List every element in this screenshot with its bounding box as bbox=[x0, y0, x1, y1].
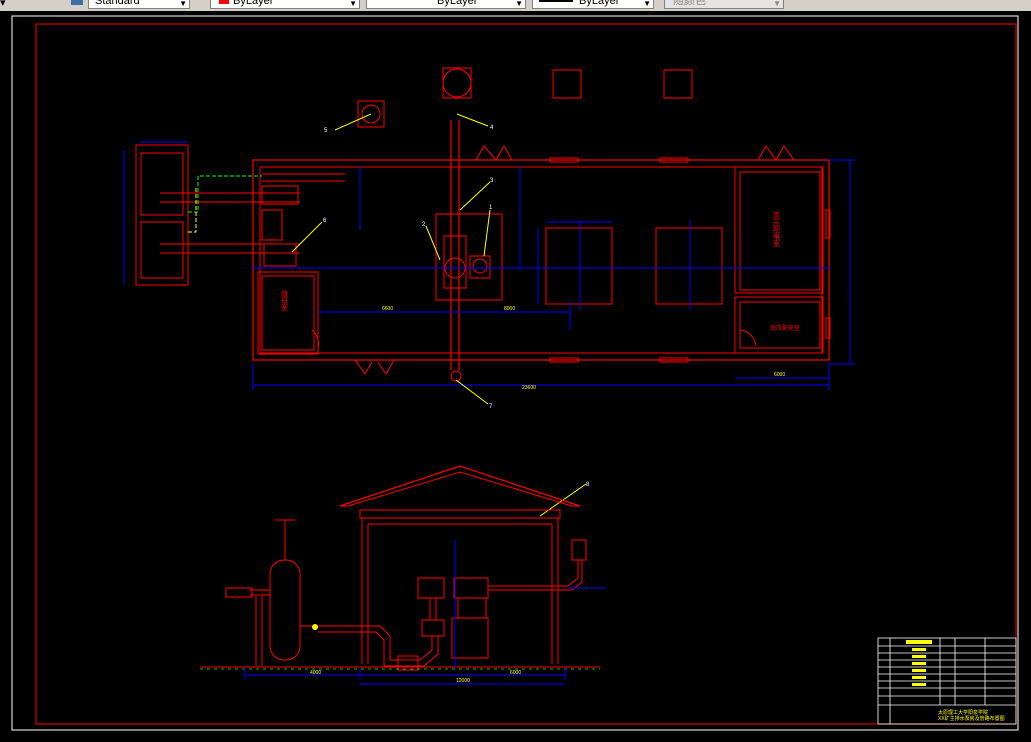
chevron-down-icon: ▼ bbox=[349, 0, 357, 8]
dim-pump: 8000 bbox=[504, 306, 515, 312]
duty-room-label: 值班室 bbox=[281, 289, 289, 311]
toolbar-arrow-left[interactable]: ▾ bbox=[0, 0, 6, 10]
section-dim-mid: 12000 bbox=[456, 678, 470, 684]
sump-top bbox=[140, 152, 184, 216]
valve-cluster-1 bbox=[261, 185, 299, 205]
callout-1: 1 bbox=[489, 205, 493, 211]
lv-room-inner bbox=[739, 301, 821, 349]
cable-run bbox=[262, 166, 345, 182]
pump-foundation-3 bbox=[655, 227, 723, 305]
callout-7: 7 bbox=[489, 404, 493, 410]
shaft-box-2 bbox=[552, 69, 582, 99]
dim-left-offset: 6600 bbox=[382, 306, 393, 312]
suction-pipe-1 bbox=[160, 192, 300, 203]
green-cable bbox=[188, 175, 262, 213]
chevron-down-icon: ▼ bbox=[773, 0, 781, 8]
valve-bottom bbox=[450, 370, 462, 382]
title-drawing: XX矿主排水泵房及管路布置图 bbox=[938, 715, 1005, 722]
outer-border bbox=[11, 15, 1019, 731]
duty-room-inner bbox=[261, 275, 315, 351]
chevron-down-icon: ▼ bbox=[179, 0, 187, 8]
pump-foundation-2 bbox=[545, 227, 613, 305]
plotstyle-value: 随颜色 bbox=[673, 0, 706, 7]
lv-room bbox=[734, 296, 824, 354]
door-top-right bbox=[757, 145, 795, 161]
text-style-dropdown[interactable]: Standard ▼ bbox=[88, 0, 190, 9]
dim-total-width: 23600 bbox=[522, 385, 536, 391]
shaft-circle bbox=[442, 68, 472, 98]
color-dropdown[interactable]: ByLayer ▼ bbox=[210, 0, 360, 9]
suction-pipe-2 bbox=[160, 243, 300, 254]
lineweight-sample-icon bbox=[539, 0, 573, 2]
valve-cluster-3 bbox=[263, 243, 297, 267]
chevron-down-icon: ▼ bbox=[643, 0, 651, 8]
section-dim-right: 6000 bbox=[510, 670, 521, 676]
lv-room-label: 低压配电室 bbox=[770, 324, 800, 332]
text-style-value: Standard bbox=[95, 0, 140, 7]
plan-view bbox=[135, 67, 831, 382]
callout-4: 4 bbox=[490, 125, 494, 131]
callout-2: 2 bbox=[422, 222, 426, 228]
drawing-svg: 23600 6000 6600 8000 值班室 高压配电室 低压配电室 1 2… bbox=[11, 15, 1019, 731]
drawing-canvas[interactable]: 23600 6000 6600 8000 值班室 高压配电室 低压配电室 1 2… bbox=[0, 11, 1031, 737]
lineweight-value: ByLayer bbox=[579, 0, 620, 7]
inner-border bbox=[35, 23, 1017, 725]
door-swing-lv bbox=[739, 329, 757, 347]
title-block-fills bbox=[906, 640, 932, 686]
plotstyle-dropdown[interactable]: 随颜色 ▼ bbox=[664, 0, 784, 9]
pump-foundation-1 bbox=[435, 213, 503, 301]
lineweight-dropdown[interactable]: ByLayer ▼ bbox=[532, 0, 654, 9]
callout-6: 6 bbox=[323, 218, 327, 224]
color-swatch-icon bbox=[219, 0, 229, 4]
plan-inner-wall bbox=[259, 166, 823, 354]
callout-8: 8 bbox=[586, 482, 590, 488]
title-school: 太原理工大学阳泉学院 bbox=[938, 709, 988, 716]
hv-room-inner bbox=[739, 171, 821, 291]
chevron-down-icon: ▼ bbox=[515, 0, 523, 8]
callout-numbers: 1 2 3 4 5 6 7 8 bbox=[323, 125, 590, 488]
text-style-icon bbox=[70, 0, 84, 10]
hv-room-label: 高压配电室 bbox=[773, 211, 781, 247]
section-text: 4000 12000 6000 bbox=[310, 670, 521, 684]
color-value: ByLayer bbox=[233, 0, 274, 7]
linetype-dropdown[interactable]: ByLayer ▼ bbox=[366, 0, 526, 9]
duty-room bbox=[257, 271, 319, 355]
shaft-box-3 bbox=[663, 69, 693, 99]
linetype-value: ByLayer bbox=[437, 0, 478, 7]
check-valve-icon bbox=[312, 624, 318, 630]
section-dim-left: 4000 bbox=[310, 670, 321, 676]
callout-3: 3 bbox=[490, 178, 494, 184]
motor-end bbox=[472, 258, 488, 274]
valve-cluster-2 bbox=[261, 209, 283, 241]
callout-5: 5 bbox=[324, 128, 328, 134]
door-top-left bbox=[475, 144, 513, 161]
dim-right-room: 6000 bbox=[774, 372, 785, 378]
door-bottom bbox=[354, 359, 395, 375]
sump-bottom bbox=[140, 221, 184, 279]
section-view bbox=[200, 465, 600, 671]
